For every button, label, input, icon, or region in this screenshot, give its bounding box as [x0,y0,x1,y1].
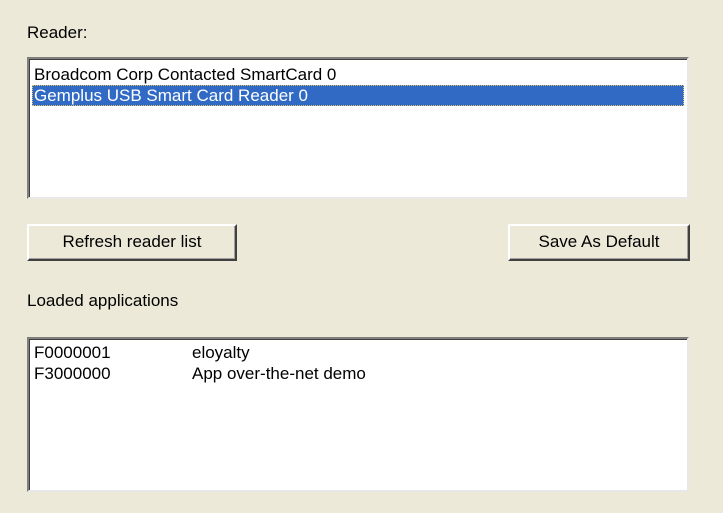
applications-listbox[interactable]: F0000001 eloyalty F3000000 App over-the-ne… [27,337,689,492]
application-name: App over-the-net demo [192,364,366,383]
reader-list-item-selected[interactable]: Gemplus USB Smart Card Reader 0 [32,85,684,106]
application-name: eloyalty [192,343,250,362]
reader-list-item[interactable]: Broadcom Corp Contacted SmartCard 0 [32,64,684,85]
reader-listbox[interactable]: Broadcom Corp Contacted SmartCard 0 Gemp… [27,57,689,199]
refresh-reader-list-button[interactable]: Refresh reader list [27,224,237,261]
application-row[interactable]: F0000001 eloyalty [32,342,684,363]
application-row[interactable]: F3000000 App over-the-net demo [32,363,684,384]
reader-label: Reader: [27,23,88,42]
application-aid: F3000000 [34,364,111,383]
application-aid: F0000001 [34,343,111,362]
save-as-default-button[interactable]: Save As Default [508,224,690,261]
loaded-applications-label: Loaded applications [27,291,179,310]
